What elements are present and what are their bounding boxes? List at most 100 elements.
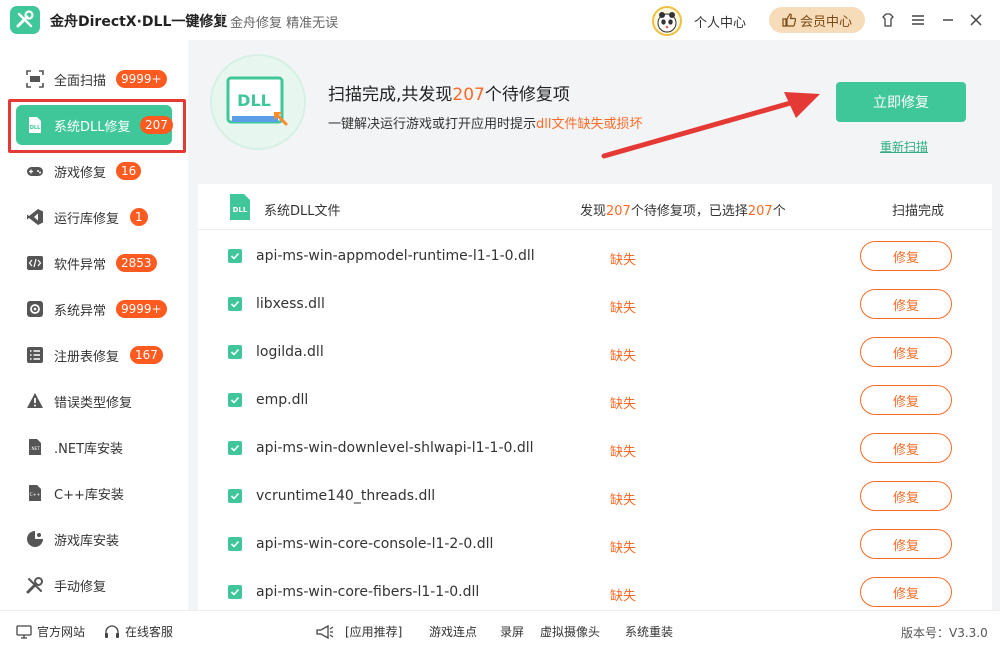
scan-desc-highlight: dll文件缺失或损坏 <box>536 117 643 132</box>
row-fix-button[interactable]: 修复 <box>860 289 952 319</box>
recommend-label: [应用推荐] <box>345 625 403 639</box>
cpp-icon: C++ <box>29 485 41 501</box>
row-checkbox[interactable] <box>228 537 242 551</box>
online-service-link[interactable]: 在线客服 <box>104 623 173 640</box>
row-fix-button[interactable]: 修复 <box>860 529 952 559</box>
count-badge: 2853 <box>116 254 157 272</box>
skin-icon[interactable] <box>878 10 898 30</box>
dll-file-name: emp.dll <box>256 392 309 408</box>
fix-now-button[interactable]: 立即修复 <box>836 82 966 122</box>
dll-file-status: 缺失 <box>610 349 637 364</box>
sidebar-item-label: 系统异常 <box>54 304 107 319</box>
avatar[interactable] <box>652 6 682 36</box>
game-lib-icon <box>27 531 43 547</box>
sidebar-item-runtime-repair[interactable]: 运行库修复 1 <box>16 197 172 237</box>
row-checkbox[interactable] <box>228 441 242 455</box>
scan-status: 扫描完成 <box>892 204 945 219</box>
dll-file-name: vcruntime140_threads.dll <box>256 488 436 504</box>
sidebar-item-full-scan[interactable]: 全面扫描 9999+ <box>16 59 172 99</box>
row-fix-button[interactable]: 修复 <box>860 241 952 271</box>
row-checkbox[interactable] <box>228 345 242 359</box>
sidebar-item-game-lib-install[interactable]: 游戏库安装 <box>16 519 172 559</box>
table-row: api-ms-win-downlevel-shlwapi-l1-1-0.dll 缺… <box>198 426 992 474</box>
dll-file-status: 缺失 <box>610 445 637 460</box>
app-window: 金舟DirectX·DLL一键修复 金舟修复 精准无误 个人中心 会员中心 全面… <box>0 0 1000 650</box>
list-header: DLL 系统DLL文件 发现207个待修复项，已选择207个 扫描完成 <box>198 184 992 230</box>
svg-text:.NET: .NET <box>30 446 40 451</box>
registry-list-icon <box>27 347 43 363</box>
sidebar-item-label: 游戏修复 <box>54 166 107 181</box>
found-suffix: 个 <box>772 204 786 219</box>
count-badge: 9999+ <box>116 70 167 88</box>
scan-result-description: 一键解决运行游戏或打开应用时提示dll文件缺失或损坏 <box>328 113 643 132</box>
megaphone-icon <box>316 624 334 639</box>
dll-list[interactable]: api-ms-win-appmodel-runtime-l1-1-0.dll 缺失… <box>198 234 992 610</box>
row-fix-button[interactable]: 修复 <box>860 337 952 367</box>
row-checkbox[interactable] <box>228 393 242 407</box>
dll-list-panel: DLL 系统DLL文件 发现207个待修复项，已选择207个 扫描完成 api-… <box>198 184 992 610</box>
dll-file-status: 缺失 <box>610 397 637 412</box>
table-row: logilda.dll 缺失 修复 <box>198 330 992 378</box>
vip-center-button[interactable]: 会员中心 <box>769 7 865 33</box>
menu-icon[interactable] <box>908 10 928 30</box>
runtime-icon <box>27 209 43 225</box>
sidebar-item-error-type-repair[interactable]: 错误类型修复 <box>16 381 172 421</box>
dll-file-name: logilda.dll <box>256 344 324 360</box>
dll-file-icon: DLL <box>230 194 250 220</box>
table-row: api-ms-win-appmodel-runtime-l1-1-0.dll 缺失… <box>198 234 992 282</box>
scan-title-prefix: 扫描完成,共发现 <box>328 85 453 105</box>
rescan-link[interactable]: 重新扫描 <box>880 138 928 155</box>
dll-document-icon: DLL <box>226 76 288 126</box>
wrench-icon <box>26 577 43 594</box>
main-content: DLL 扫描完成,共发现207个待修复项 一键解决运行游戏或打开应用时提示dll… <box>188 40 1000 610</box>
table-row: libxess.dll 缺失 修复 <box>198 282 992 330</box>
dll-file-name: api-ms-win-core-console-l1-2-0.dll <box>256 536 494 552</box>
footer-link-screen-record[interactable]: 录屏 <box>500 623 524 640</box>
sidebar-item-label: 全面扫描 <box>54 74 107 89</box>
found-count: 207 <box>606 204 631 219</box>
sidebar-item-manual-repair[interactable]: 手动修复 <box>16 565 172 605</box>
minimize-icon[interactable] <box>938 10 958 30</box>
sidebar-item-software-error[interactable]: 软件异常 2853 <box>16 243 172 283</box>
row-fix-button[interactable]: 修复 <box>860 481 952 511</box>
row-checkbox[interactable] <box>228 297 242 311</box>
scan-desc-prefix: 一键解决运行游戏或打开应用时提示 <box>328 117 537 132</box>
count-badge: 16 <box>116 162 142 180</box>
version-label: 版本号：V3.3.0 <box>901 626 988 640</box>
sidebar-item-dotnet-install[interactable]: .NET .NET库安装 <box>16 427 172 467</box>
dll-file-status: 缺失 <box>610 253 637 268</box>
sidebar-item-dll-repair[interactable]: DLL 系统DLL修复 207 <box>16 105 173 145</box>
row-checkbox[interactable] <box>228 585 242 599</box>
row-checkbox[interactable] <box>228 249 242 263</box>
count-badge: 1 <box>130 208 148 226</box>
dll-file-name: libxess.dll <box>256 296 325 312</box>
table-row: emp.dll 缺失 修复 <box>198 378 992 426</box>
svg-text:C++: C++ <box>30 492 41 498</box>
sidebar-item-system-error[interactable]: 系统异常 9999+ <box>16 289 172 329</box>
scan-icon <box>26 70 44 88</box>
gear-icon <box>27 301 43 317</box>
warning-icon <box>27 393 43 408</box>
footer-link-system-reinstall[interactable]: 系统重装 <box>625 623 673 640</box>
official-site-link[interactable]: 官方网站 <box>16 623 85 640</box>
footer-link-auto-clicker[interactable]: 游戏连点 <box>429 623 477 640</box>
row-fix-button[interactable]: 修复 <box>860 577 952 607</box>
close-icon[interactable] <box>966 10 986 30</box>
personal-center-link[interactable]: 个人中心 <box>694 12 746 31</box>
row-checkbox[interactable] <box>228 489 242 503</box>
online-service-label: 在线客服 <box>125 625 174 639</box>
sidebar-item-cpp-install[interactable]: C++ C++库安装 <box>16 473 172 513</box>
gamepad-icon <box>27 167 43 176</box>
sidebar-item-label: 注册表修复 <box>54 350 120 365</box>
sidebar-item-game-repair[interactable]: 游戏修复 16 <box>16 151 172 191</box>
row-fix-button[interactable]: 修复 <box>860 385 952 415</box>
count-badge: 167 <box>130 346 163 364</box>
row-fix-button[interactable]: 修复 <box>860 433 952 463</box>
sidebar-item-label: 手动修复 <box>54 580 107 595</box>
sidebar-item-label: 错误类型修复 <box>54 396 133 411</box>
sidebar-item-label: .NET库安装 <box>54 442 124 457</box>
app-logo-icon <box>10 6 40 34</box>
footer-link-virtual-camera[interactable]: 虚拟摄像头 <box>540 623 600 640</box>
sidebar-item-registry-repair[interactable]: 注册表修复 167 <box>16 335 172 375</box>
count-badge: 207 <box>140 116 173 134</box>
